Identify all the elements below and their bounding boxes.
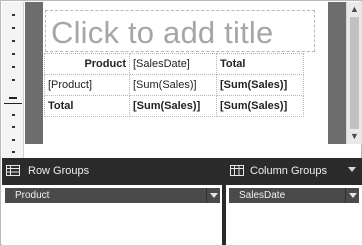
row-group-label: Product: [15, 190, 50, 201]
scroll-down-icon[interactable]: ▼: [347, 129, 362, 143]
title-placeholder: Click to add title: [51, 15, 274, 50]
tablix-cell[interactable]: Total: [216, 53, 304, 75]
grid-icon: [6, 165, 20, 176]
ruler-tick: [12, 14, 15, 16]
tablix-cell[interactable]: Total: [44, 95, 130, 117]
tablix-cell[interactable]: [Sum(Sales)]: [216, 95, 304, 117]
tablix-cell[interactable]: [Product]: [44, 74, 130, 96]
ruler-tick: [12, 27, 15, 29]
grid-icon: [230, 165, 244, 176]
chevron-down-icon[interactable]: [345, 188, 359, 203]
ruler-tick: [12, 151, 15, 153]
vertical-scrollbar[interactable]: ▲ ▼: [346, 2, 362, 144]
grouping-pane-header: Row Groups Column Groups: [2, 158, 362, 185]
ruler-position-line: [4, 103, 22, 104]
row-group-item[interactable]: Product: [5, 188, 220, 203]
ruler-tick: [12, 126, 15, 128]
report-designer: Click to add title Product [SalesDate] T…: [0, 0, 362, 245]
ruler-tick: [12, 40, 15, 42]
ruler-tick: [12, 139, 15, 141]
tablix-total-row: Total [Sum(Sales)] [Sum(Sales)]: [44, 95, 304, 117]
ruler-marker: [9, 97, 17, 99]
column-groups-label: Column Groups: [250, 165, 328, 177]
ruler-tick: [12, 53, 15, 55]
title-textbox[interactable]: Click to add title: [45, 10, 315, 52]
report-body[interactable]: Click to add title Product [SalesDate] T…: [43, 2, 328, 144]
tablix-cell[interactable]: [Sum(Sales)]: [216, 74, 304, 96]
chevron-down-icon[interactable]: [348, 167, 356, 172]
matrix-tablix[interactable]: Product [SalesDate] Total [Product] [Sum…: [44, 53, 304, 117]
row-groups-pane: Product: [2, 185, 222, 245]
tablix-cell[interactable]: [SalesDate]: [129, 53, 217, 75]
vertical-ruler: [2, 2, 24, 158]
row-groups-label: Row Groups: [28, 165, 90, 177]
tablix-cell[interactable]: [Sum(Sales)]: [129, 95, 217, 117]
column-group-item[interactable]: SalesDate: [229, 188, 359, 203]
column-group-label: SalesDate: [239, 190, 286, 201]
scrollbar-thumb[interactable]: [350, 17, 359, 129]
chevron-down-icon[interactable]: [206, 188, 220, 203]
tablix-cell[interactable]: [Sum(Sales)]: [129, 74, 217, 96]
ruler-tick: [12, 66, 15, 68]
tablix-cell[interactable]: Product: [44, 53, 130, 75]
scroll-up-icon[interactable]: ▲: [347, 2, 362, 16]
design-surface: Click to add title Product [SalesDate] T…: [25, 2, 346, 144]
column-groups-pane: SalesDate: [226, 185, 362, 245]
ruler-tick: [12, 79, 15, 81]
tablix-header-row: Product [SalesDate] Total: [44, 53, 304, 75]
tablix-detail-row: [Product] [Sum(Sales)] [Sum(Sales)]: [44, 74, 304, 96]
ruler-tick: [12, 114, 15, 116]
